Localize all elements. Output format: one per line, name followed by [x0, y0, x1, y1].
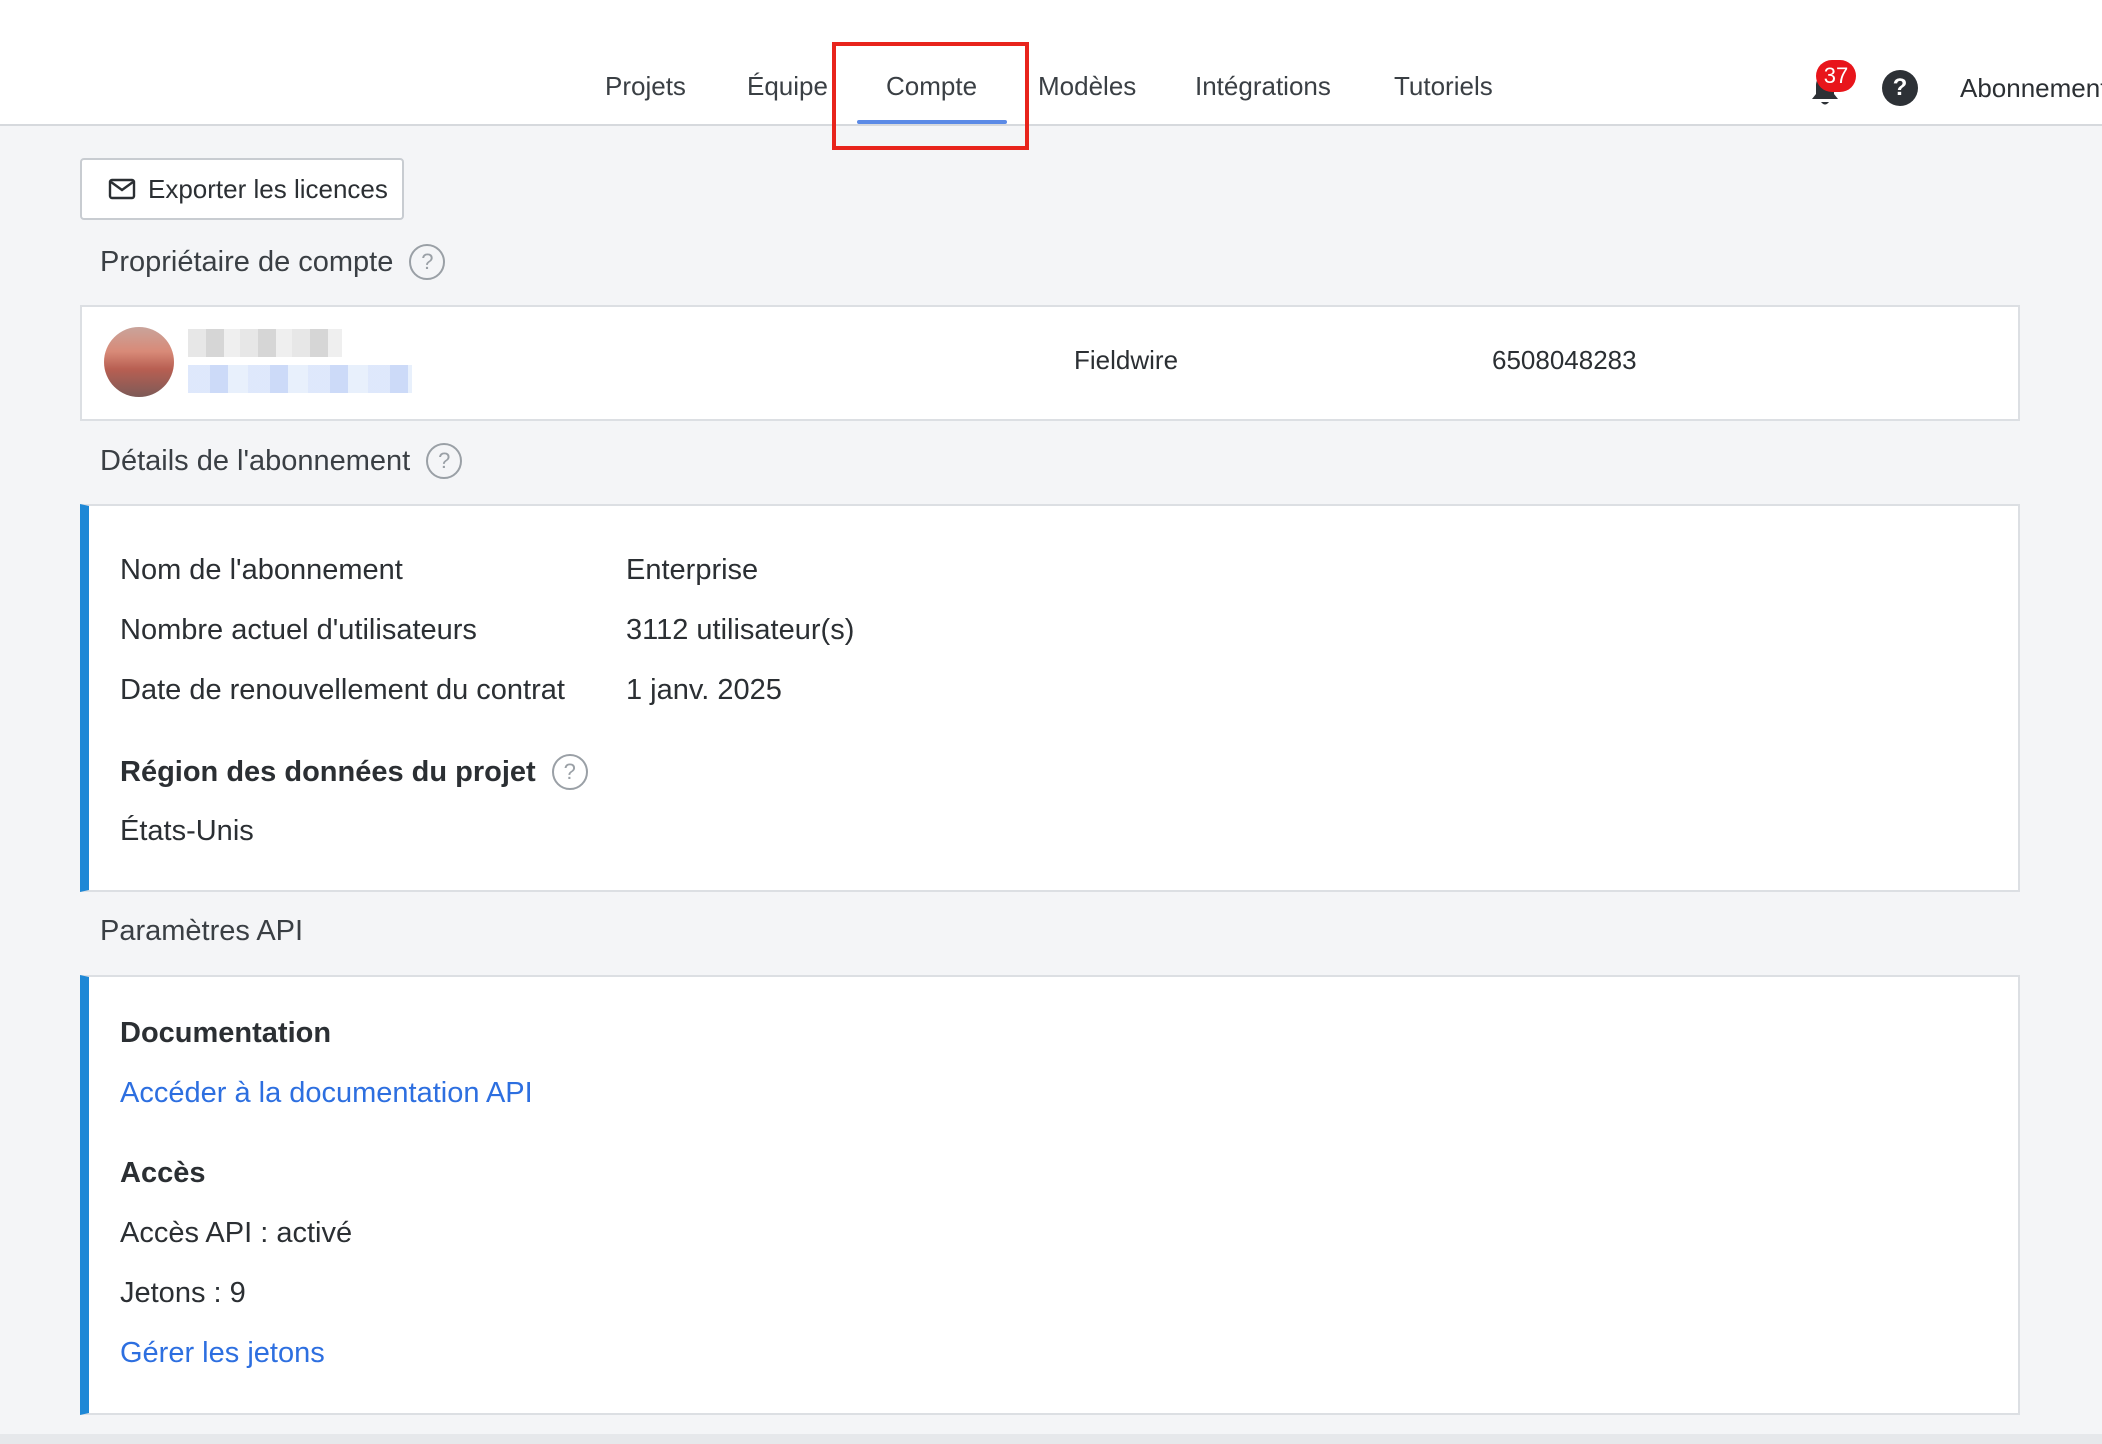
owner-email-redacted [188, 365, 412, 393]
notification-count-badge: 37 [1816, 60, 1856, 92]
nav-tab-equipe[interactable]: Équipe [747, 64, 828, 108]
export-licenses-label: Exporter les licences [148, 173, 388, 204]
api-documentation-link[interactable]: Accéder à la documentation API [120, 1077, 533, 1110]
api-settings-card: Documentation Accéder à la documentation… [80, 975, 2020, 1415]
data-region-heading: Région des données du projet ? [120, 754, 588, 790]
subscription-name-value: Enterprise [626, 554, 759, 586]
help-icon[interactable]: ? [1882, 70, 1918, 106]
documentation-heading: Documentation [120, 1017, 331, 1050]
envelope-icon [108, 178, 136, 200]
avatar [104, 327, 174, 397]
account-owner-title: Propriétaire de compte [100, 245, 394, 278]
owner-name-redacted [188, 329, 342, 357]
bottom-edge-shade [0, 1434, 2102, 1444]
subscription-menu-link[interactable]: Abonnement [1960, 68, 2102, 108]
nav-tab-projets[interactable]: Projets [605, 64, 686, 108]
documentation-title: Documentation [120, 1017, 332, 1049]
owner-phone: 6508048283 [1492, 345, 1637, 375]
access-heading: Accès [120, 1157, 205, 1190]
api-settings-heading: Paramètres API [100, 915, 303, 948]
token-count: Jetons : 9 [120, 1277, 246, 1309]
nav-tab-tutoriels[interactable]: Tutoriels [1394, 64, 1493, 108]
question-circle-icon[interactable]: ? [426, 443, 463, 479]
manage-tokens-link[interactable]: Gérer les jetons [120, 1337, 325, 1370]
export-licenses-button[interactable]: Exporter les licences [80, 158, 404, 220]
renewal-date-value: 1 janv. 2025 [626, 674, 782, 706]
user-count-label: Nombre actuel d'utilisateurs [120, 614, 477, 646]
question-circle-icon[interactable]: ? [551, 754, 588, 790]
question-circle-icon[interactable]: ? [409, 244, 446, 280]
user-count-value: 3112 utilisateur(s) [626, 614, 855, 646]
api-settings-title: Paramètres API [100, 915, 304, 947]
renewal-date-label: Date de renouvellement du contrat [120, 674, 565, 706]
subscription-details-card: Nom de l'abonnement Enterprise Nombre ac… [80, 504, 2020, 892]
account-owner-heading: Propriétaire de compte ? [100, 244, 446, 280]
data-region-title: Région des données du projet [120, 755, 536, 788]
owner-company: Fieldwire [1074, 345, 1179, 375]
top-navigation-bar: Projets Équipe Compte Modèles Intégratio… [0, 0, 2102, 150]
data-region-value: États-Unis [120, 815, 254, 847]
api-access-status: Accès API : activé [120, 1217, 353, 1249]
account-owner-card: Fieldwire 6508048283 [80, 305, 2020, 421]
subscription-details-title: Détails de l'abonnement [100, 444, 411, 477]
subscription-details-heading: Détails de l'abonnement ? [100, 443, 463, 479]
highlight-annotation-box [832, 42, 1029, 150]
access-title: Accès [120, 1157, 206, 1189]
subscription-name-label: Nom de l'abonnement [120, 554, 403, 586]
nav-tab-modeles[interactable]: Modèles [1038, 64, 1136, 108]
nav-tab-integrations[interactable]: Intégrations [1195, 64, 1331, 108]
